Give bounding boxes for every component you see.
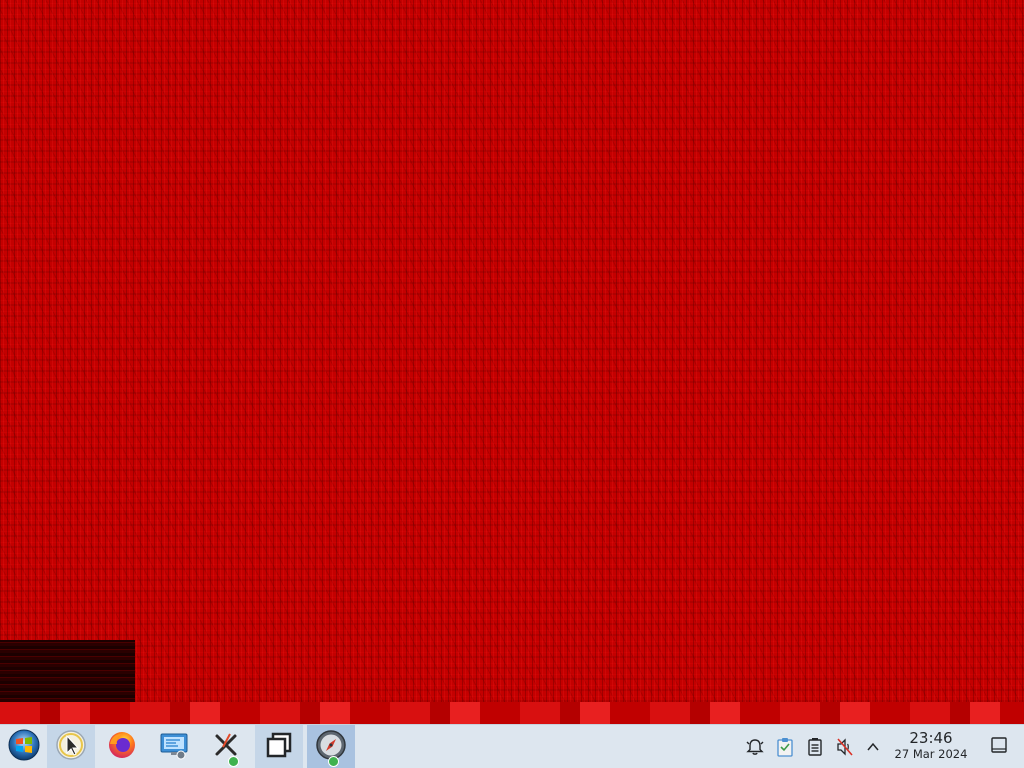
taskbar-pointer-app[interactable]: [47, 725, 95, 768]
show-desktop-icon: [990, 736, 1008, 758]
volume-muted-icon[interactable]: [834, 736, 856, 758]
clock-date: 27 Mar 2024: [894, 747, 968, 761]
desktop-wallpaper: [0, 0, 1024, 724]
show-desktop-button[interactable]: [988, 736, 1010, 758]
taskbar-x-app[interactable]: [202, 725, 250, 768]
taskbar-window-switcher[interactable]: [255, 725, 303, 768]
notifications-icon[interactable]: [744, 736, 766, 758]
chevron-up-icon[interactable]: [862, 736, 884, 758]
firefox-icon: [107, 730, 137, 764]
window-switcher-icon: [264, 730, 294, 764]
running-badge-icon: [328, 756, 339, 767]
battery-icon[interactable]: [804, 736, 826, 758]
cursor-icon: [55, 729, 87, 765]
taskbar-compass-app[interactable]: [307, 725, 355, 768]
clipboard-icon[interactable]: [774, 736, 796, 758]
clock-time: 23:46: [909, 729, 953, 747]
start-button[interactable]: [0, 725, 48, 768]
start-orb-icon: [8, 729, 40, 765]
running-badge-icon: [228, 756, 239, 767]
clock[interactable]: 23:46 27 Mar 2024: [888, 729, 974, 765]
taskbar: 23:46 27 Mar 2024: [0, 724, 1024, 768]
taskbar-display-settings[interactable]: [150, 725, 198, 768]
glitch-artifact-strip: [0, 702, 1024, 724]
display-settings-icon: [158, 729, 190, 765]
glitch-artifact: [0, 640, 135, 702]
taskbar-firefox[interactable]: [98, 725, 146, 768]
